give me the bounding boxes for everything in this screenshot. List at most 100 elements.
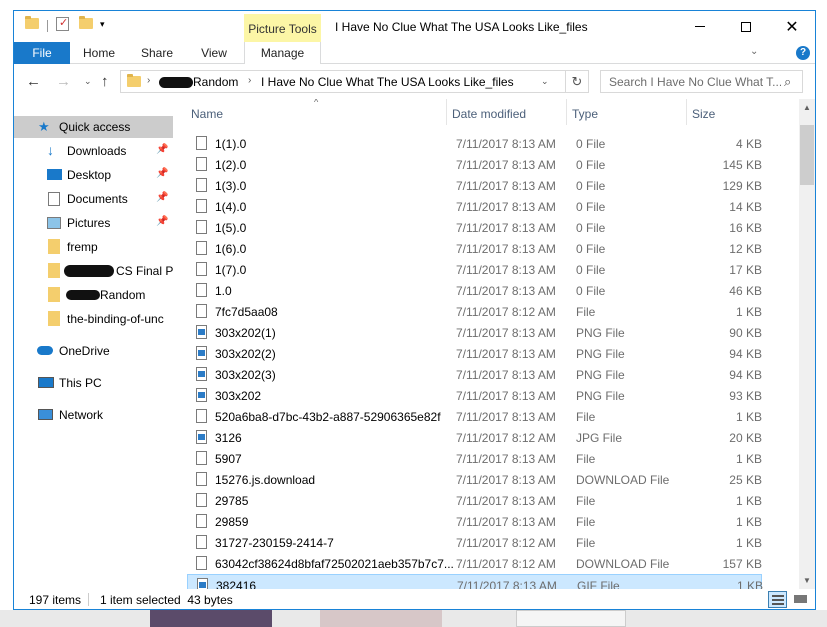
table-row[interactable]: 1.0 7/11/2017 8:13 AM 0 File 46 KB <box>187 280 762 301</box>
breadcrumb-current-folder[interactable]: I Have No Clue What The USA Looks Like_f… <box>261 75 514 89</box>
scrollbar-thumb[interactable] <box>800 125 814 185</box>
column-divider[interactable] <box>446 99 447 125</box>
tab-manage[interactable]: Manage <box>244 42 321 64</box>
tab-file[interactable]: File <box>14 42 70 64</box>
sidebar-item-random[interactable]: Random <box>14 284 173 306</box>
file-size: 46 KB <box>729 284 762 298</box>
maximize-button[interactable] <box>723 11 769 42</box>
table-row[interactable]: 3126 7/11/2017 8:12 AM JPG File 20 KB <box>187 427 762 448</box>
table-row[interactable]: 1(7).0 7/11/2017 8:13 AM 0 File 17 KB <box>187 259 762 280</box>
table-row[interactable]: 31727-230159-2414-7 7/11/2017 8:12 AM File… <box>187 532 762 553</box>
tab-view[interactable]: View <box>189 42 239 64</box>
sidebar-item-cs-final[interactable]: CS Final Pr <box>14 260 173 282</box>
sidebar-item-onedrive[interactable]: OneDrive <box>14 340 173 362</box>
sidebar-item-downloads[interactable]: ↓ Downloads 📌 <box>14 140 173 162</box>
breadcrumb-random[interactable]: Random <box>193 75 238 89</box>
tab-home[interactable]: Home <box>74 42 124 64</box>
column-header-size[interactable]: Size <box>692 107 715 121</box>
column-header-type[interactable]: Type <box>572 107 598 121</box>
close-button[interactable]: ✕ <box>769 11 815 42</box>
folder-icon <box>127 74 141 87</box>
vertical-scrollbar[interactable]: ▲ ▼ <box>799 99 815 589</box>
file-name: 3126 <box>215 431 242 445</box>
chevron-right-icon[interactable]: › <box>248 75 251 86</box>
tab-share[interactable]: Share <box>132 42 182 64</box>
table-row[interactable]: 7fc7d5aa08 7/11/2017 8:12 AM File 1 KB <box>187 301 762 322</box>
file-size: 145 KB <box>722 158 762 172</box>
table-row[interactable]: 303x202(3) 7/11/2017 8:13 AM PNG File 94 KB <box>187 364 762 385</box>
sidebar-item-this-pc[interactable]: This PC <box>14 372 173 394</box>
sidebar-item-label: This PC <box>59 376 102 390</box>
customize-qat-icon[interactable]: ▾ <box>100 19 105 30</box>
sidebar-item-desktop[interactable]: Desktop 📌 <box>14 164 173 186</box>
star-icon: ★ <box>38 119 50 134</box>
help-icon[interactable]: ? <box>796 46 810 60</box>
sidebar-item-network[interactable]: Network <box>14 404 173 426</box>
sidebar-item-binding-of[interactable]: the-binding-of-unc <box>14 308 173 330</box>
table-row[interactable]: 303x202 7/11/2017 8:13 AM PNG File 93 KB <box>187 385 762 406</box>
sidebar-item-documents[interactable]: Documents 📌 <box>14 188 173 210</box>
file-type: 0 File <box>576 284 606 298</box>
file-type: DOWNLOAD File <box>576 557 670 571</box>
column-header-date[interactable]: Date modified <box>452 107 526 121</box>
scroll-down-icon[interactable]: ▼ <box>799 572 815 589</box>
table-row[interactable]: 382416 7/11/2017 8:13 AM GIF File 1 KB <box>187 574 763 589</box>
image-file-icon <box>197 578 208 589</box>
status-separator <box>88 593 89 606</box>
chevron-right-icon[interactable]: › <box>147 75 150 86</box>
table-row[interactable]: 1(1).0 7/11/2017 8:13 AM 0 File 4 KB <box>187 133 762 154</box>
table-row[interactable]: 303x202(2) 7/11/2017 8:13 AM PNG File 94 KB <box>187 343 762 364</box>
file-type: File <box>576 536 596 550</box>
title-bar: ✓ ▾ Picture Tools I Have No Clue What Th… <box>14 11 815 42</box>
scroll-up-icon[interactable]: ▲ <box>799 99 815 116</box>
pin-icon[interactable]: 📌 <box>156 144 168 155</box>
image-file-icon <box>196 367 207 381</box>
minimize-button[interactable] <box>677 11 723 42</box>
back-arrow-icon[interactable]: ← <box>26 73 41 90</box>
refresh-icon[interactable]: ↻ <box>566 70 589 93</box>
file-icon <box>196 178 207 192</box>
table-row[interactable]: 29859 7/11/2017 8:13 AM File 1 KB <box>187 511 762 532</box>
pin-icon[interactable]: 📌 <box>156 192 168 203</box>
file-date: 7/11/2017 8:13 AM <box>456 410 556 424</box>
table-row[interactable]: 5907 7/11/2017 8:13 AM File 1 KB <box>187 448 762 469</box>
sidebar-item-pictures[interactable]: Pictures 📌 <box>14 212 173 234</box>
new-folder-icon[interactable] <box>79 16 93 29</box>
table-row[interactable]: 303x202(1) 7/11/2017 8:13 AM PNG File 90 KB <box>187 322 762 343</box>
up-arrow-icon[interactable]: ↑ <box>101 73 109 90</box>
column-divider[interactable] <box>566 99 567 125</box>
pin-icon[interactable]: 📌 <box>156 168 168 179</box>
chevron-down-icon[interactable]: ⌄ <box>541 76 549 87</box>
table-row[interactable]: 520a6ba8-d7bc-43b2-a887-52906365e82f 7/11… <box>187 406 762 427</box>
file-name: 5907 <box>215 452 242 466</box>
file-date: 7/11/2017 8:13 AM <box>456 368 556 382</box>
table-row[interactable]: 1(4).0 7/11/2017 8:13 AM 0 File 14 KB <box>187 196 762 217</box>
table-row[interactable]: 1(2).0 7/11/2017 8:13 AM 0 File 145 KB <box>187 154 762 175</box>
file-size: 1 KB <box>735 305 762 319</box>
table-row[interactable]: 15276.js.download 7/11/2017 8:13 AM DOWNLO… <box>187 469 762 490</box>
search-box[interactable]: ⌕ <box>600 70 803 93</box>
sidebar-item-quick-access[interactable]: ★ Quick access <box>14 116 173 138</box>
properties-icon[interactable]: ✓ <box>56 17 69 31</box>
table-row[interactable]: 1(5).0 7/11/2017 8:13 AM 0 File 16 KB <box>187 217 762 238</box>
file-icon <box>196 241 207 255</box>
forward-arrow-icon[interactable]: → <box>56 73 71 90</box>
column-header-name[interactable]: Name <box>191 107 223 121</box>
close-icon: ✕ <box>785 18 799 36</box>
expand-ribbon-icon[interactable]: ⌄ <box>750 46 758 57</box>
table-row[interactable]: 1(6).0 7/11/2017 8:13 AM 0 File 12 KB <box>187 238 762 259</box>
table-row[interactable]: 29785 7/11/2017 8:13 AM File 1 KB <box>187 490 762 511</box>
table-row[interactable]: 63042cf38624d8bfaf72502021aeb357b7c7... 7… <box>187 553 762 574</box>
file-date: 7/11/2017 8:13 AM <box>456 389 556 403</box>
large-icons-view-button[interactable] <box>791 591 810 608</box>
computer-icon <box>38 377 54 388</box>
details-view-button[interactable] <box>768 591 787 608</box>
search-icon[interactable]: ⌕ <box>784 74 791 90</box>
sidebar-item-fremp[interactable]: fremp <box>14 236 173 258</box>
recent-locations-icon[interactable]: ⌄ <box>84 76 92 87</box>
pin-icon[interactable]: 📌 <box>156 216 168 227</box>
table-row[interactable]: 1(3).0 7/11/2017 8:13 AM 0 File 129 KB <box>187 175 762 196</box>
address-bar[interactable]: › Random › I Have No Clue What The USA L… <box>120 70 566 93</box>
column-divider[interactable] <box>686 99 687 125</box>
search-input[interactable] <box>601 71 781 92</box>
